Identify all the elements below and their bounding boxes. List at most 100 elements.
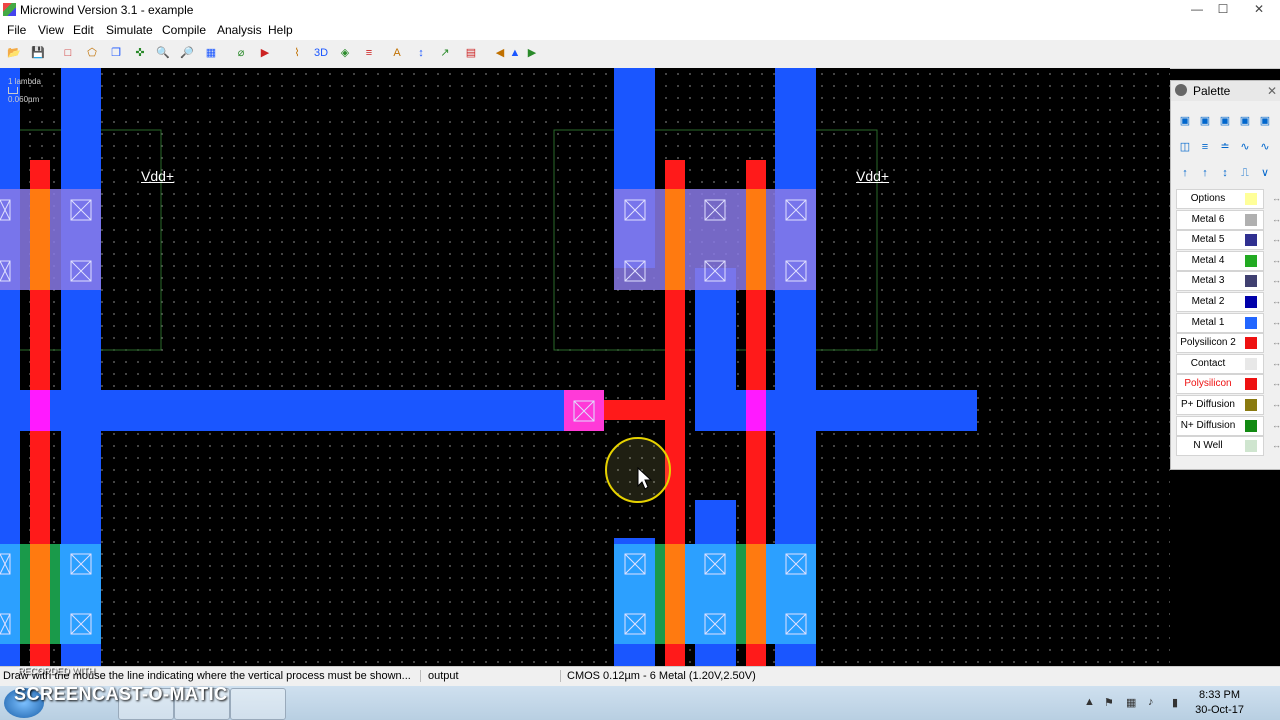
vdd-label-right[interactable]: Vdd+: [856, 168, 889, 184]
menu-simulate[interactable]: Simulate: [106, 23, 153, 37]
menu-edit[interactable]: Edit: [73, 23, 94, 37]
graph-icon[interactable]: ↗: [437, 45, 453, 61]
layer-item[interactable]: Metal 3 ↔: [1176, 271, 1280, 292]
layer-name: Metal 6: [1191, 213, 1225, 225]
minimize-button[interactable]: —: [1184, 0, 1210, 18]
menu-help[interactable]: Help: [268, 23, 293, 37]
layer-name: Contact: [1190, 357, 1226, 369]
layer-swatch: [1245, 399, 1257, 411]
palette-tool-icon[interactable]: ∿: [1259, 141, 1271, 153]
layer-arrow-icon[interactable]: ↔: [1272, 296, 1280, 306]
poly-metal-overlap: [30, 390, 50, 431]
maximize-button[interactable]: ☐: [1210, 0, 1236, 18]
layer-item[interactable]: Metal 5 ↔: [1176, 230, 1280, 251]
arrow-right-icon[interactable]: ▶: [524, 45, 540, 61]
palette-tool-icon[interactable]: ▣: [1219, 115, 1231, 127]
layer-item[interactable]: P+ Diffusion ↔: [1176, 395, 1280, 415]
tray-network-icon[interactable]: ▦: [1126, 696, 1136, 709]
layers-icon[interactable]: ▤: [463, 45, 479, 61]
layer-arrow-icon[interactable]: ↔: [1272, 420, 1280, 430]
palette-gear-icon: [1175, 84, 1187, 96]
palette-tool-icon[interactable]: ∨: [1259, 167, 1271, 179]
layer-item[interactable]: Metal 6 ↔: [1176, 209, 1280, 230]
layer-name: Metal 1: [1191, 316, 1225, 328]
tray-volume-icon[interactable]: ♪: [1148, 696, 1154, 708]
open-icon[interactable]: 📂: [6, 45, 22, 61]
layer-item[interactable]: N Well ↔: [1176, 436, 1280, 457]
draw-box-icon[interactable]: □: [60, 45, 76, 61]
copy-icon[interactable]: ❐: [108, 45, 124, 61]
palette-tool-icon[interactable]: ≡: [1199, 141, 1211, 153]
layer-arrow-icon[interactable]: ↔: [1272, 234, 1280, 244]
layer-item[interactable]: Contact ↔: [1176, 353, 1280, 374]
palette-tool-icon[interactable]: ≐: [1219, 141, 1231, 153]
menu-view[interactable]: View: [38, 23, 64, 37]
layer-arrow-icon[interactable]: ↔: [1272, 275, 1280, 285]
layer-arrow-icon[interactable]: ↔: [1272, 378, 1280, 388]
palette-tool-icon[interactable]: ↑: [1199, 167, 1211, 179]
layer-swatch: [1245, 193, 1257, 205]
layer-arrow-icon[interactable]: ↔: [1272, 358, 1280, 368]
connect-icon[interactable]: ⌀: [233, 45, 249, 61]
tray-battery-icon[interactable]: ▮: [1172, 696, 1178, 709]
fit-icon[interactable]: ▦: [203, 45, 219, 61]
save-icon[interactable]: 💾: [30, 45, 46, 61]
view-3d-icon[interactable]: ◈: [337, 45, 353, 61]
text-icon[interactable]: A: [389, 45, 405, 61]
layout-canvas[interactable]: 1 lambda 0.060µm Vdd+ Vdd+: [0, 68, 1170, 666]
layer-item[interactable]: Metal 2 ↔: [1176, 292, 1280, 312]
layer-arrow-icon[interactable]: ↔: [1272, 337, 1280, 347]
poly-metal-overlap: [746, 390, 766, 431]
cross-section-icon[interactable]: ⌇: [289, 45, 305, 61]
palette-tool-icon[interactable]: ▣: [1199, 115, 1211, 127]
layer-swatch: [1245, 316, 1257, 329]
taskbar-clock[interactable]: 8:33 PM 30-Oct-17: [1195, 688, 1244, 718]
layer-item[interactable]: N+ Diffusion ↔: [1176, 415, 1280, 436]
palette-tool-icon[interactable]: ↕: [1219, 167, 1231, 179]
layer-arrow-icon[interactable]: ↔: [1272, 255, 1280, 265]
zoom-out-icon[interactable]: 🔎: [179, 45, 195, 61]
layer-swatch: [1245, 296, 1257, 308]
palette-close-icon[interactable]: ✕: [1267, 81, 1277, 101]
layer-item[interactable]: Metal 1 ↔: [1176, 312, 1280, 333]
tray-flag-icon[interactable]: ⚑: [1104, 696, 1114, 709]
palette-tool-icon[interactable]: ▣: [1259, 115, 1271, 127]
navigator-icon[interactable]: ≡: [361, 45, 377, 61]
menu-compile[interactable]: Compile: [162, 23, 206, 37]
layer-swatch: [1245, 254, 1257, 267]
menu-analysis[interactable]: Analysis: [217, 23, 262, 37]
layer-item[interactable]: Metal 4 ↔: [1176, 250, 1280, 271]
layer-arrow-icon[interactable]: ↔: [1272, 440, 1280, 450]
layer-arrow-icon[interactable]: ↔: [1272, 193, 1280, 203]
measure-icon[interactable]: ↕: [413, 45, 429, 61]
run-simulation-icon[interactable]: ▶: [257, 45, 273, 61]
layer-swatch: [1245, 357, 1257, 370]
zoom-in-icon[interactable]: 🔍: [155, 45, 171, 61]
palette-tool-icon[interactable]: ▣: [1239, 115, 1251, 127]
palette-tool-icon[interactable]: ↑: [1179, 167, 1191, 179]
taskbar-app-other[interactable]: [230, 688, 286, 720]
arrow-up-down-icon[interactable]: ▲: [507, 45, 523, 61]
layer-item[interactable]: Polysilicon 2 ↔: [1176, 333, 1280, 354]
menu-file[interactable]: File: [7, 23, 26, 37]
arrow-left-icon[interactable]: ◀: [492, 45, 508, 61]
draw-poly-icon[interactable]: ⬠: [84, 45, 100, 61]
palette-tool-icon[interactable]: ◫: [1179, 141, 1191, 153]
vdd-label-left[interactable]: Vdd+: [141, 168, 174, 184]
layer-arrow-icon[interactable]: ↔: [1272, 399, 1280, 409]
layer-arrow-icon[interactable]: ↔: [1272, 317, 1280, 327]
palette-tool-icon[interactable]: ∿: [1239, 141, 1251, 153]
clock-date: 30-Oct-17: [1195, 704, 1244, 716]
layer-item[interactable]: Polysilicon ↔: [1176, 374, 1280, 395]
close-button[interactable]: ✕: [1244, 0, 1274, 18]
move-icon[interactable]: ✜: [132, 45, 148, 61]
layer-swatch: [1245, 419, 1257, 432]
layer-item[interactable]: Options ↔: [1176, 189, 1280, 209]
transistor-channel: [665, 189, 685, 290]
palette-tool-icon[interactable]: ▣: [1179, 115, 1191, 127]
tray-arrow-icon[interactable]: ▲: [1084, 696, 1095, 708]
process-3d-icon[interactable]: 3D: [313, 45, 329, 61]
watermark-small: RECORDED WITH: [18, 666, 95, 676]
palette-tool-icon[interactable]: ⎍: [1239, 167, 1251, 179]
layer-arrow-icon[interactable]: ↔: [1272, 214, 1280, 224]
